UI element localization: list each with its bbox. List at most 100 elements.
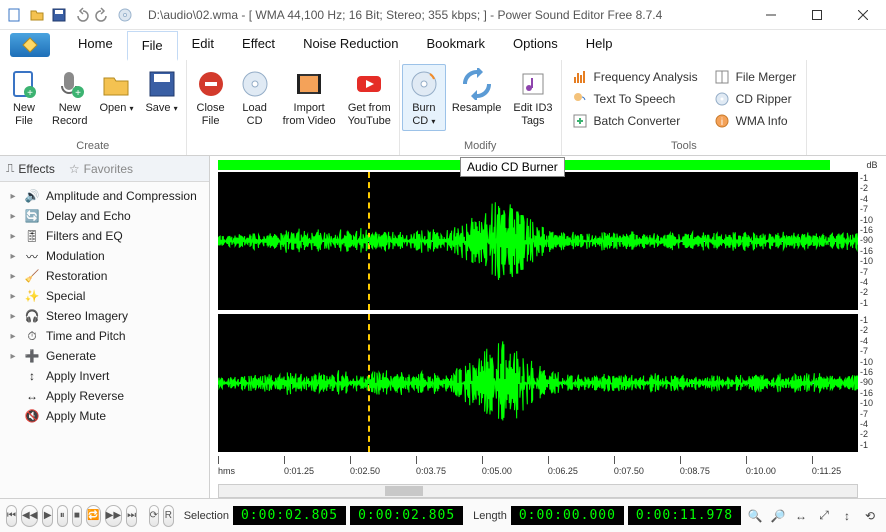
- zoom-reset-icon[interactable]: ⟲: [860, 506, 880, 526]
- effect-restoration[interactable]: ▸🧹Restoration: [0, 266, 209, 286]
- record-toggle[interactable]: R: [163, 505, 174, 527]
- skip-end-button[interactable]: ⏭: [126, 505, 137, 527]
- menu-bookmark[interactable]: Bookmark: [412, 30, 499, 60]
- play-loop-button[interactable]: 🔁: [86, 505, 100, 527]
- menu-file[interactable]: File: [127, 31, 178, 61]
- window-controls: [748, 0, 886, 30]
- effect-icon: 🧹: [24, 268, 40, 284]
- menu-options[interactable]: Options: [499, 30, 572, 60]
- waveform-channel-left[interactable]: [218, 172, 858, 310]
- expand-icon[interactable]: ▸: [8, 231, 18, 242]
- maximize-button[interactable]: [794, 0, 840, 30]
- text-to-speech-icon: [572, 91, 588, 107]
- button-label: LoadCD: [242, 102, 266, 127]
- effect-delay-and-echo[interactable]: ▸🔄Delay and Echo: [0, 206, 209, 226]
- close-file-button[interactable]: CloseFile: [189, 64, 233, 131]
- time-ruler[interactable]: hms0:01.250:02.500:03.750:05.000:06.250:…: [218, 456, 858, 484]
- app-icon[interactable]: [10, 33, 50, 57]
- menu-edit[interactable]: Edit: [178, 30, 228, 60]
- effect-modulation[interactable]: ▸〰Modulation: [0, 246, 209, 266]
- fast-forward-button[interactable]: ▶▶: [105, 505, 122, 527]
- button-label: BurnCD ▾: [412, 102, 435, 127]
- wma-info-button[interactable]: iWMA Info: [710, 110, 801, 132]
- save-button[interactable]: Save ▾: [139, 64, 183, 119]
- effect-apply-reverse[interactable]: ↔Apply Reverse: [0, 386, 209, 406]
- svg-text:+: +: [75, 88, 81, 99]
- effect-time-and-pitch[interactable]: ▸⏱Time and Pitch: [0, 326, 209, 346]
- expand-icon[interactable]: ▸: [8, 311, 18, 322]
- effect-stereo-imagery[interactable]: ▸🎧Stereo Imagery: [0, 306, 209, 326]
- qat-redo-icon[interactable]: [94, 6, 112, 24]
- qat-cd-icon[interactable]: [116, 6, 134, 24]
- pause-button[interactable]: ⏸: [57, 505, 68, 527]
- waveform-channel-right[interactable]: [218, 314, 858, 452]
- qat-undo-icon[interactable]: [72, 6, 90, 24]
- expand-icon[interactable]: ▸: [8, 351, 18, 362]
- edit-id3-button[interactable]: Edit ID3Tags: [507, 64, 558, 131]
- expand-icon[interactable]: ▸: [8, 291, 18, 302]
- file-merger-button[interactable]: File Merger: [710, 66, 801, 88]
- menu-effect[interactable]: Effect: [228, 30, 289, 60]
- effect-filters-and-eq[interactable]: ▸🎚Filters and EQ: [0, 226, 209, 246]
- effect-apply-invert[interactable]: ↕Apply Invert: [0, 366, 209, 386]
- horizontal-scrollbar[interactable]: [218, 484, 858, 498]
- zoom-fit-h-icon[interactable]: ↔: [791, 506, 811, 526]
- sidebar-tab-favorites[interactable]: ☆Favorites: [69, 162, 133, 176]
- ribbon-group-label: Create: [0, 139, 186, 155]
- effect-generate[interactable]: ▸➕Generate: [0, 346, 209, 366]
- loop-toggle[interactable]: ⟳: [149, 505, 160, 527]
- effect-amplitude-and-compression[interactable]: ▸🔊Amplitude and Compression: [0, 186, 209, 206]
- qat-new-icon[interactable]: [6, 6, 24, 24]
- effect-special[interactable]: ▸✨Special: [0, 286, 209, 306]
- load-cd-button[interactable]: LoadCD: [233, 64, 277, 131]
- sidebar-tab-effects[interactable]: ⎍Effects: [6, 161, 55, 176]
- titlebar: D:\audio\02.wma - [ WMA 44,100 Hz; 16 Bi…: [0, 0, 886, 30]
- qat-open-icon[interactable]: [28, 6, 46, 24]
- zoom-in-icon[interactable]: 🔍: [745, 506, 765, 526]
- menu-home[interactable]: Home: [64, 30, 127, 60]
- resample-button[interactable]: Resample: [446, 64, 508, 119]
- expand-icon[interactable]: ▸: [8, 251, 18, 262]
- cd-ripper-button[interactable]: CD Ripper: [710, 88, 801, 110]
- effect-label: Modulation: [46, 249, 105, 263]
- effect-icon: 🎧: [24, 308, 40, 324]
- button-label: Importfrom Video: [283, 102, 336, 127]
- zoom-fit-v-icon[interactable]: ↕: [837, 506, 857, 526]
- selection-end: 0:00:02.805: [350, 506, 463, 525]
- menu-noise-reduction[interactable]: Noise Reduction: [289, 30, 412, 60]
- rewind-button[interactable]: ◀◀: [21, 505, 38, 527]
- new-record-button[interactable]: +NewRecord: [46, 64, 93, 131]
- qat-save-icon[interactable]: [50, 6, 68, 24]
- open-button[interactable]: Open ▾: [93, 64, 139, 119]
- expand-icon[interactable]: ▸: [8, 211, 18, 222]
- effect-label: Apply Reverse: [46, 389, 124, 403]
- minimize-button[interactable]: [748, 0, 794, 30]
- quick-access-toolbar: [0, 6, 140, 24]
- get-youtube-icon: [353, 68, 385, 100]
- zoom-sel-icon[interactable]: ⤢: [814, 506, 834, 526]
- db-tick: -2: [860, 430, 868, 439]
- play-button[interactable]: ▶: [42, 505, 53, 527]
- menu-help[interactable]: Help: [572, 30, 627, 60]
- close-button[interactable]: [840, 0, 886, 30]
- stop-button[interactable]: ■: [72, 505, 83, 527]
- effect-label: Special: [46, 289, 85, 303]
- db-tick: -10: [860, 399, 873, 408]
- batch-converter-button[interactable]: Batch Converter: [568, 110, 702, 132]
- effect-apply-mute[interactable]: 🔇Apply Mute: [0, 406, 209, 426]
- expand-icon[interactable]: ▸: [8, 331, 18, 342]
- burn-cd-button[interactable]: BurnCD ▾: [402, 64, 446, 131]
- skip-start-button[interactable]: ⏮: [6, 505, 17, 527]
- zoom-out-icon[interactable]: 🔎: [768, 506, 788, 526]
- expand-icon[interactable]: ▸: [8, 271, 18, 282]
- frequency-analysis-button[interactable]: Frequency Analysis: [568, 66, 702, 88]
- button-label: CloseFile: [197, 102, 225, 127]
- text-to-speech-button[interactable]: Text To Speech: [568, 88, 702, 110]
- get-youtube-button[interactable]: Get fromYouTube: [342, 64, 397, 131]
- star-icon: ☆: [69, 162, 80, 176]
- scrollbar-thumb[interactable]: [385, 486, 423, 496]
- import-video-button[interactable]: Importfrom Video: [277, 64, 342, 131]
- expand-icon[interactable]: ▸: [8, 191, 18, 202]
- button-label: Get fromYouTube: [348, 102, 391, 127]
- new-file-button[interactable]: +NewFile: [2, 64, 46, 131]
